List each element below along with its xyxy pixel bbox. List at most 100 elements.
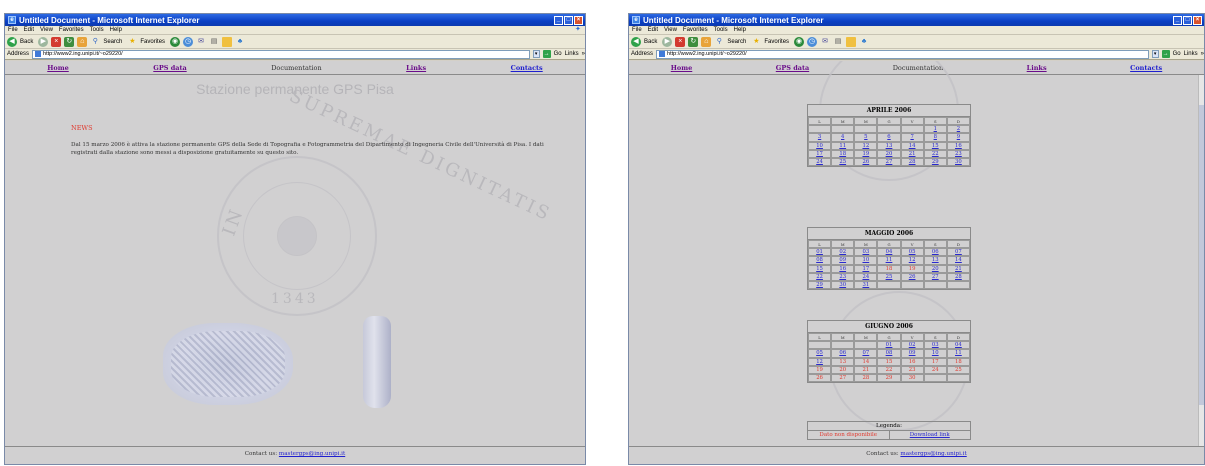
day-download-link[interactable]: 02 [831,248,855,257]
nav-links-link[interactable]: Links [406,64,426,72]
title-bar[interactable]: e Untitled Document - Microsoft Internet… [629,14,1204,26]
back-button-label[interactable]: Back [644,39,657,45]
links-chevron-icon[interactable]: » [1201,51,1204,57]
scrollbar-thumb[interactable] [1199,105,1204,405]
day-download-link[interactable]: 31 [854,280,878,290]
address-input[interactable]: http://www2.ing.unipi.it/~o29220/ [32,49,530,59]
day-download-link[interactable]: 11 [877,256,901,265]
day-download-link[interactable]: 15 [808,264,832,273]
day-download-link[interactable]: 2 [946,125,970,134]
day-download-link[interactable]: 14 [900,141,924,150]
day-download-link[interactable]: 17 [854,264,878,273]
favorites-button-label[interactable]: Favorites [140,39,165,45]
day-download-link[interactable]: 22 [923,149,947,158]
close-button[interactable]: × [574,15,583,25]
history-icon[interactable]: ◷ [807,36,818,47]
forward-icon[interactable]: ▶ [662,36,673,47]
day-download-link[interactable]: 30 [946,157,970,167]
day-download-link[interactable]: 20 [877,149,901,158]
day-download-link[interactable]: 03 [923,341,947,350]
day-download-link[interactable]: 14 [946,256,970,265]
day-download-link[interactable]: 21 [900,149,924,158]
day-download-link[interactable]: 22 [808,272,832,281]
contact-email-link[interactable]: mastergps@ing.unipi.it [900,451,966,457]
go-arrow-icon[interactable]: → [1161,50,1170,58]
day-download-link[interactable]: 20 [923,264,947,273]
messenger-icon[interactable]: ♣ [859,37,869,47]
day-download-link[interactable]: 16 [831,264,855,273]
go-arrow-icon[interactable]: → [542,50,551,58]
day-download-link[interactable]: 08 [808,256,832,265]
menu-tools[interactable]: Tools [714,27,728,33]
day-download-link[interactable]: 27 [923,272,947,281]
day-download-link[interactable]: 8 [923,133,947,142]
print-icon[interactable]: ▤ [833,37,843,47]
nav-gps-data-link[interactable]: GPS data [153,64,186,72]
home-icon[interactable]: ⌂ [701,36,712,47]
day-download-link[interactable]: 08 [877,349,901,358]
menu-file[interactable]: File [8,27,18,33]
menu-help[interactable]: Help [734,27,746,33]
nav-contacts-link[interactable]: Contacts [511,64,543,72]
search-icon[interactable]: ⚲ [714,37,724,47]
day-download-link[interactable]: 29 [808,280,832,290]
day-download-link[interactable]: 28 [900,157,924,167]
day-download-link[interactable]: 13 [923,256,947,265]
search-button-label[interactable]: Search [103,39,122,45]
go-button-label[interactable]: Go [1173,51,1181,57]
back-icon[interactable]: ◀ [631,36,641,47]
day-download-link[interactable]: 13 [877,141,901,150]
day-download-link[interactable]: 6 [877,133,901,142]
nav-gps-data-link[interactable]: GPS data [776,64,809,72]
favorites-star-icon[interactable]: ★ [127,37,137,47]
day-download-link[interactable]: 01 [808,248,832,257]
day-download-link[interactable]: 7 [900,133,924,142]
day-download-link[interactable]: 1 [923,125,947,134]
search-button-label[interactable]: Search [727,39,746,45]
back-icon[interactable]: ◀ [7,36,17,47]
day-download-link[interactable]: 09 [831,256,855,265]
day-download-link[interactable]: 3 [808,133,832,142]
day-download-link[interactable]: 21 [946,264,970,273]
day-download-link[interactable]: 15 [923,141,947,150]
contact-email-link[interactable]: mastergps@ing.unipi.it [279,451,345,457]
day-download-link[interactable]: 24 [808,157,832,167]
forward-icon[interactable]: ▶ [38,36,49,47]
favorites-star-icon[interactable]: ★ [751,37,761,47]
day-download-link[interactable]: 06 [923,248,947,257]
nav-home-link[interactable]: Home [671,64,693,72]
day-download-link[interactable]: 9 [946,133,970,142]
go-button-label[interactable]: Go [554,51,562,57]
day-download-link[interactable]: 19 [854,149,878,158]
day-download-link[interactable]: 23 [946,149,970,158]
stop-icon[interactable]: × [51,36,62,47]
minimize-button[interactable]: _ [554,15,563,25]
title-bar[interactable]: e Untitled Document - Microsoft Internet… [5,14,585,26]
history-icon[interactable]: ◷ [183,36,194,47]
day-download-link[interactable]: 07 [946,248,970,257]
menu-view[interactable]: View [40,27,53,33]
day-download-link[interactable]: 04 [877,248,901,257]
day-download-link[interactable]: 05 [900,248,924,257]
home-icon[interactable]: ⌂ [77,36,88,47]
day-download-link[interactable]: 26 [854,157,878,167]
refresh-icon[interactable]: ↻ [688,36,699,47]
stop-icon[interactable]: × [675,36,686,47]
day-download-link[interactable]: 24 [854,272,878,281]
day-download-link[interactable]: 07 [854,349,878,358]
vertical-scrollbar[interactable] [1198,75,1204,446]
favorites-button-label[interactable]: Favorites [764,39,789,45]
back-button-label[interactable]: Back [20,39,33,45]
address-dropdown-icon[interactable]: ▾ [1151,50,1159,58]
day-download-link[interactable]: 11 [946,349,970,358]
day-download-link[interactable]: 12 [808,357,832,366]
day-download-link[interactable]: 18 [831,149,855,158]
menu-edit[interactable]: Edit [24,27,34,33]
menu-file[interactable]: File [632,27,642,33]
day-download-link[interactable]: 4 [831,133,855,142]
day-download-link[interactable]: 12 [900,256,924,265]
address-input[interactable]: http://www2.ing.unipi.it/~o29220/ [656,49,1149,59]
links-label[interactable]: Links [565,51,579,57]
day-download-link[interactable]: 25 [877,272,901,281]
day-download-link[interactable]: 12 [854,141,878,150]
